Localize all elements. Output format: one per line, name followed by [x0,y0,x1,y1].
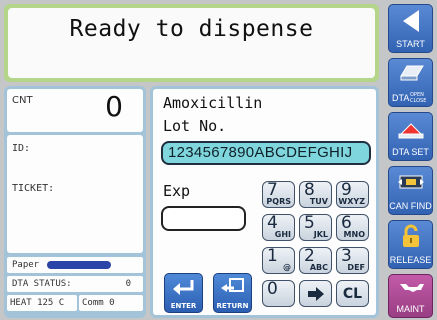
key-3[interactable]: 3 DEF [336,246,369,274]
counter-label: CNT [12,95,33,106]
dta-open-close-button[interactable]: DTA OPEN CLOSE [388,58,433,107]
clear-key[interactable]: CL [336,280,369,307]
enter-button[interactable]: ENTER [164,273,203,313]
dta-set-label: DTA SET [392,147,429,157]
can-find-button[interactable]: CAN FIND [388,166,433,215]
counter-box: CNT 0 [7,89,143,132]
enter-arrow-icon [173,280,194,295]
lot-number-field[interactable]: 1234567890ABCDEFGHIJ [161,141,371,165]
release-button[interactable]: RELEASE [388,220,433,269]
canister-find-icon [398,175,424,189]
key-9[interactable]: 9 WXYZ [336,180,369,208]
dta-status-value: 0 [125,279,131,289]
heat-comm-row: HEAT 125 C Comm 0 [7,295,143,311]
return-button[interactable]: RETURN [213,273,252,313]
key-4[interactable]: 4 GHI [262,213,295,241]
key-5[interactable]: 5 JKL [299,213,332,241]
arrow-right-icon [307,286,324,301]
paper-row: Paper [7,257,143,273]
key-8[interactable]: 8 TUV [299,180,332,208]
drug-entry-panel: Amoxicillin Lot No. 1234567890ABCDEFGHIJ… [150,86,379,318]
cursor-right-key[interactable] [299,280,332,307]
key-6[interactable]: 6 MNO [336,213,369,241]
drug-name: Amoxicillin [163,94,263,112]
id-label: ID: [12,143,31,154]
id-ticket-box: ID: TICKET: [7,135,143,253]
dta-status-label: DTA STATUS: [12,279,72,289]
key-1[interactable]: 1 @ [262,246,295,274]
return-button-label: RETURN [216,302,249,310]
wrench-icon [400,284,424,292]
maint-label: MAINT [396,304,425,314]
start-button[interactable]: START [388,4,433,53]
clear-key-label: CL [342,285,363,302]
dta-set-button[interactable]: DTA SET [388,112,433,161]
exp-date-field[interactable] [161,206,246,231]
paper-level-bar [47,261,111,269]
unlock-icon [403,224,419,247]
back-arrow-icon [403,10,419,32]
can-find-label: CAN FIND [389,201,432,211]
ticket-label: TICKET: [12,183,55,194]
card-tray-icon [400,65,424,81]
maint-button[interactable]: MAINT [388,274,433,318]
open-close-tag: OPEN CLOSE [410,92,427,104]
counter-value: 0 [105,90,123,123]
enter-button-label: ENTER [170,302,197,310]
start-button-label: START [396,39,425,49]
dta-status-row: DTA STATUS: 0 [7,276,143,292]
status-message: Ready to dispense [8,8,375,78]
exp-label: Exp [163,182,191,200]
status-footer: Paper DTA STATUS: 0 HEAT 125 C Comm 0 [7,257,143,314]
card-insert-icon [398,123,424,139]
return-arrow-icon [221,278,244,292]
heat-readout: HEAT 125 C [7,295,77,311]
comm-readout: Comm 0 [79,295,143,311]
lot-label: Lot No. [163,117,227,135]
drug-entry-area: Amoxicillin Lot No. 1234567890ABCDEFGHIJ… [153,89,376,315]
release-label: RELEASE [389,255,432,265]
key-7[interactable]: 7 PQRS [262,180,295,208]
info-panel: CNT 0 ID: TICKET: Paper DTA STATUS: 0 HE… [4,86,146,318]
status-panel: Ready to dispense [4,4,379,82]
paper-label: Paper [12,260,40,270]
key-2[interactable]: 2 ABC [299,246,332,274]
key-0[interactable]: 0 [262,279,295,307]
